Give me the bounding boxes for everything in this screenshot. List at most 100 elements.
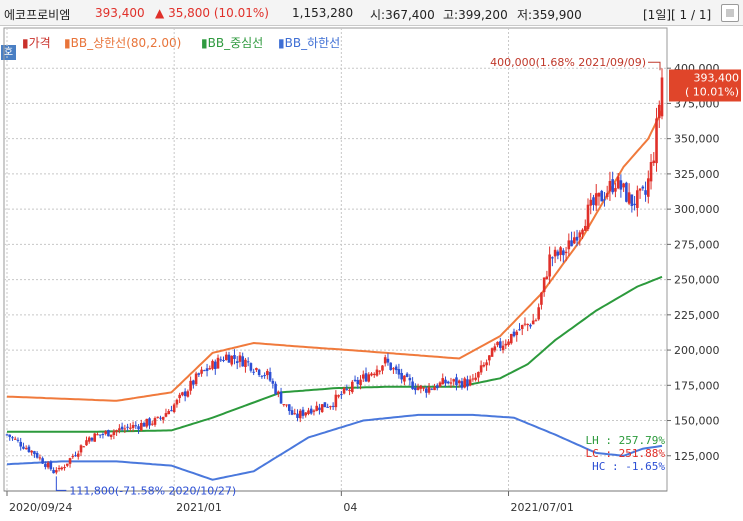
- candle-body: [82, 446, 86, 448]
- candle-body: [559, 247, 562, 255]
- candle-body: [512, 331, 516, 337]
- candle-body: [309, 408, 313, 414]
- candle-body: [142, 422, 146, 427]
- candle-body: [556, 251, 560, 256]
- candle-body: [526, 324, 530, 326]
- candle-body: [170, 410, 173, 412]
- candle-body: [137, 426, 140, 430]
- y-tick-label: 200,000: [674, 344, 720, 357]
- candle-body: [315, 405, 318, 411]
- candle-body: [235, 361, 239, 363]
- candle-body: [244, 359, 247, 367]
- high-price: 고:399,200: [443, 8, 508, 22]
- candle-body: [438, 382, 442, 387]
- band-mid-line: [7, 275, 663, 433]
- candle-body: [408, 377, 412, 381]
- candle-body: [633, 203, 636, 206]
- period-page-indicator[interactable]: [1일][ 1 / 1]: [643, 6, 711, 23]
- candle-body: [268, 371, 272, 381]
- candle-body: [8, 434, 12, 437]
- max-price-label: 400,000(1.68% 2021/09/09): [490, 56, 646, 69]
- candle-body: [55, 470, 58, 473]
- volume: 1,153,280: [292, 6, 354, 20]
- candle-body: [523, 323, 527, 325]
- candle-body: [353, 379, 357, 381]
- candle-body: [372, 373, 376, 376]
- candle-body: [98, 434, 102, 436]
- candle-body: [167, 411, 170, 415]
- candle-body: [337, 395, 340, 397]
- candle-body: [471, 378, 475, 380]
- candle-body: [625, 182, 628, 202]
- candle-body: [490, 348, 494, 357]
- candle-body: [208, 368, 212, 370]
- candle-body: [90, 437, 94, 441]
- candle-body: [129, 427, 132, 429]
- candle-body: [134, 425, 138, 427]
- candle-body: [578, 232, 582, 238]
- candle-body: [5, 434, 9, 436]
- candle-body: [386, 358, 390, 363]
- candle-body: [68, 458, 72, 464]
- candle-body: [652, 160, 656, 163]
- candle-body: [348, 390, 351, 392]
- candle-body: [575, 236, 579, 241]
- candle-body: [189, 380, 192, 391]
- candle-body: [441, 378, 445, 385]
- candle-body: [383, 357, 387, 364]
- candle-body: [30, 450, 33, 453]
- candle-body: [13, 438, 17, 440]
- candle-body: [548, 254, 551, 277]
- candle-body: [389, 362, 392, 370]
- candle-body: [375, 369, 379, 376]
- candle-body: [101, 434, 105, 436]
- candle-body: [11, 437, 14, 439]
- candle-body: [449, 382, 453, 384]
- candle-body: [482, 364, 486, 367]
- candle-body: [359, 379, 362, 386]
- candle-body: [41, 458, 44, 464]
- candle-body: [340, 394, 343, 396]
- candle-body: [260, 375, 264, 377]
- y-tick-label: 175,000: [674, 379, 720, 392]
- candle-body: [507, 341, 510, 346]
- candle-body: [279, 391, 283, 404]
- candle-body: [592, 197, 595, 206]
- candle-body: [46, 462, 50, 468]
- candle-body: [241, 356, 244, 367]
- candle-body: [301, 409, 305, 416]
- stock-name: 에코프로비엠: [4, 8, 71, 22]
- last-price-tag-value: 393,400: [694, 71, 740, 84]
- candle-body: [107, 430, 110, 437]
- candle-body: [227, 354, 231, 363]
- candle-body: [219, 359, 223, 361]
- candle-body: [312, 410, 316, 412]
- candle-body: [611, 179, 614, 193]
- y-tick-label: 350,000: [674, 133, 720, 146]
- candle-body: [203, 370, 206, 372]
- candle-body: [27, 446, 31, 452]
- candle-body: [246, 361, 250, 363]
- candle-body: [19, 441, 23, 447]
- candle-body: [153, 418, 157, 425]
- candle-body: [282, 404, 286, 406]
- candle-body: [594, 193, 598, 206]
- candle-body: [293, 413, 297, 415]
- candle-body: [397, 369, 401, 375]
- candle-body: [263, 375, 266, 377]
- min-label-arrow: [55, 476, 67, 491]
- candle-body: [351, 381, 354, 393]
- candle-body: [16, 439, 20, 441]
- y-tick-label: 225,000: [674, 309, 720, 322]
- candle-body: [600, 190, 604, 202]
- candle-body: [96, 434, 99, 436]
- candle-body: [638, 188, 642, 191]
- candle-body: [586, 204, 590, 230]
- candle-body: [233, 355, 236, 359]
- bollinger-chart[interactable]: 125,000 150,000 175,000 200,000 225,000 250,0…: [0, 26, 743, 521]
- settings-icon[interactable]: [721, 4, 739, 22]
- candle-body: [457, 380, 461, 384]
- candle-body: [394, 366, 398, 371]
- candle-body: [416, 387, 420, 390]
- candle-body: [614, 188, 617, 192]
